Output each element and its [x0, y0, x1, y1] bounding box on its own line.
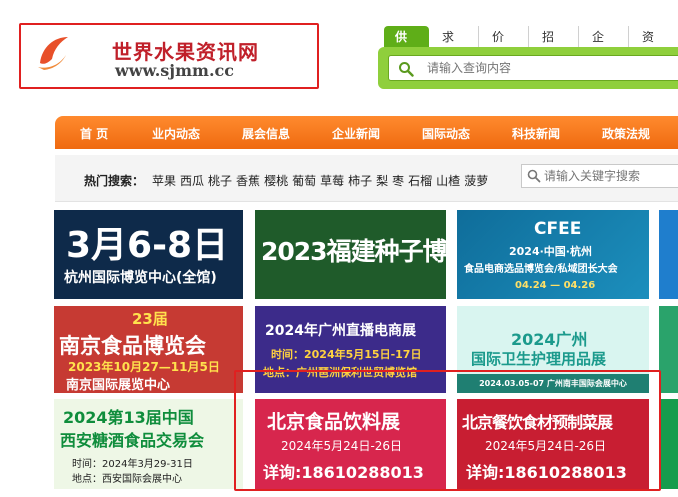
banner-title: 南京食品博览会	[59, 334, 206, 358]
tab-investment[interactable]: 招商	[528, 26, 578, 66]
hot-word[interactable]: 菠萝	[464, 172, 488, 189]
nav-policy[interactable]: 政策法规	[602, 125, 650, 142]
nav-company-news[interactable]: 企业新闻	[332, 125, 380, 142]
banner-date: 2024年5月24日-26日	[485, 439, 607, 453]
banner-hangzhou-expo[interactable]: 3月6-8日 杭州国际博览中心(全馆)	[54, 210, 243, 299]
banner-title: 北京餐饮食材预制菜展	[462, 413, 613, 432]
hot-word[interactable]: 苹果	[152, 172, 176, 189]
search-icon	[399, 62, 414, 77]
hot-word[interactable]: 桃子	[208, 172, 232, 189]
banner-subtitle: 国际卫生护理用品展	[471, 350, 607, 368]
tab-supply[interactable]: 供应	[384, 26, 429, 66]
banner-venue: 地点：广州琶洲保利世贸博览馆	[263, 366, 417, 379]
tab-price[interactable]: 价格	[478, 26, 528, 66]
banner-cfee-hangzhou[interactable]: CFEE 2024·中国·杭州 食品电商选品博览会/私域团长大会 04.24 —…	[457, 210, 649, 299]
banner-title: 2024广州	[511, 330, 588, 349]
banner-date-venue: 2024.03.05-07 广州南丰国际会展中心	[457, 374, 649, 393]
banner-fujian-seed-expo[interactable]: 2023福建种子博览会	[255, 210, 446, 299]
banner-date: 时间：2024年3月29-31日	[72, 459, 193, 470]
banner-title: 2024·中国·杭州	[509, 245, 592, 258]
banner-title: 北京食品饮料展	[267, 411, 401, 433]
hot-search-label: 热门搜索：	[84, 174, 145, 188]
banner-partial-right-3[interactable]	[659, 399, 678, 489]
banner-partial-right-1[interactable]	[659, 210, 678, 299]
hot-word[interactable]: 樱桃	[264, 172, 288, 189]
banner-date: 2023年10月27—11月5日	[68, 360, 220, 374]
banner-date: 时间：2024年5月15日-17日	[271, 348, 422, 361]
logo-icon[interactable]	[36, 33, 70, 71]
banner-beijing-catering-prepared-food[interactable]: 北京餐饮食材预制菜展 2024年5月24日-26日 详询:18610288013	[457, 399, 649, 489]
tab-purchase[interactable]: 求购	[429, 26, 478, 66]
tab-company[interactable]: 企业	[578, 26, 628, 66]
tab-news[interactable]: 资讯	[628, 26, 678, 66]
banner-guangzhou-hygiene-expo[interactable]: 2024广州 国际卫生护理用品展 2024.03.05-07 广州南丰国际会展中…	[457, 306, 649, 393]
hot-word[interactable]: 梨	[376, 172, 388, 189]
banner-badge: 23届	[132, 310, 168, 328]
search-input[interactable]	[427, 59, 677, 77]
banner-title: 2024年广州直播电商展	[265, 323, 416, 339]
banner-venue: 地点：西安国际会展中心	[72, 474, 182, 485]
banner-subtitle: 杭州国际博览中心(全馆)	[64, 270, 217, 286]
banner-guangzhou-live-commerce[interactable]: 2024年广州直播电商展 时间：2024年5月15日-17日 地点：广州琶洲保利…	[255, 306, 446, 393]
hot-word[interactable]: 香蕉	[236, 172, 260, 189]
banner-brand: CFEE	[534, 219, 582, 239]
banner-venue: 南京国际展览中心	[66, 378, 171, 393]
main-nav: 首 页 业内动态 展会信息 企业新闻 国际动态 科技新闻 政策法规	[55, 116, 678, 149]
banner-nanjing-food-expo[interactable]: 23届 南京食品博览会 2023年10月27—11月5日 南京国际展览中心	[54, 306, 243, 393]
search-field	[388, 55, 678, 81]
hot-word[interactable]: 枣	[392, 172, 404, 189]
hot-word[interactable]: 山楂	[436, 172, 460, 189]
banner-date: 04.24 — 04.26	[515, 280, 596, 291]
banner-subtitle: 西安糖酒食品交易会	[60, 431, 205, 450]
hot-word[interactable]: 葡萄	[292, 172, 316, 189]
nav-international[interactable]: 国际动态	[422, 125, 470, 142]
banner-partial-right-2[interactable]	[659, 306, 678, 393]
banner-title: 3月6-8日	[66, 225, 229, 266]
banner-title: 2024第13届中国	[63, 408, 194, 427]
banner-contact: 详询:18610288013	[466, 463, 627, 482]
hot-word[interactable]: 草莓	[320, 172, 344, 189]
search-icon	[527, 169, 541, 183]
nav-home[interactable]: 首 页	[80, 125, 108, 142]
banner-date: 2024年5月24日-26日	[281, 439, 403, 453]
banner-beijing-food-beverage[interactable]: 北京食品饮料展 2024年5月24日-26日 详询:18610288013	[255, 399, 446, 489]
banner-contact: 详询:18610288013	[263, 463, 424, 482]
search-tabs: 供应 求购 价格 招商 企业 资讯	[384, 26, 678, 66]
nav-tech-news[interactable]: 科技新闻	[512, 125, 560, 142]
banner-subtitle: 食品电商选品博览会/私域团长大会	[464, 264, 618, 275]
hot-word[interactable]: 石榴	[408, 172, 432, 189]
banner-xian-sugar-wine-expo[interactable]: 2024第13届中国 西安糖酒食品交易会 时间：2024年3月29-31日 地点…	[54, 399, 243, 489]
hot-word[interactable]: 柿子	[348, 172, 372, 189]
hot-word[interactable]: 西瓜	[180, 172, 204, 189]
banner-title: 2023福建种子博览会	[261, 237, 446, 266]
site-url: www.sjmm.cc	[115, 61, 234, 80]
keyword-search-field	[521, 164, 678, 188]
nav-industry-news[interactable]: 业内动态	[152, 125, 200, 142]
hot-search-words: 苹果 西瓜 桃子 香蕉 樱桃 葡萄 草莓 柿子 梨 枣 石榴 山楂 菠萝	[152, 172, 488, 189]
nav-exhibitions[interactable]: 展会信息	[242, 125, 290, 142]
keyword-search-input[interactable]	[544, 168, 678, 184]
